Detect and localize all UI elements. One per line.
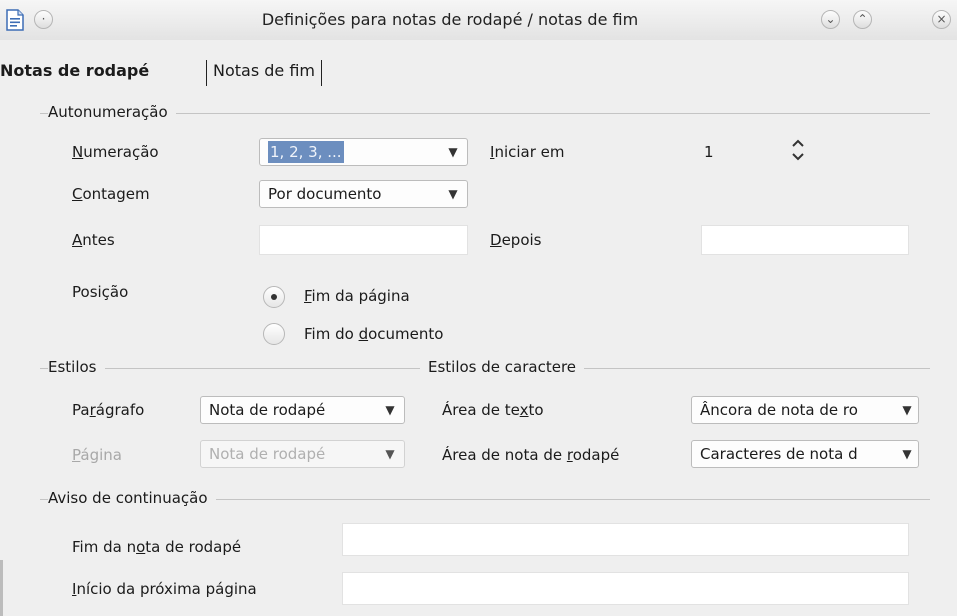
window-edge <box>0 560 3 616</box>
title-bar: · Definições para notas de rodapé / nota… <box>0 0 957 41</box>
minimize-icon[interactable]: ⌄ <box>821 10 840 29</box>
radio-end-of-page-label[interactable]: Fim da página <box>304 287 410 305</box>
start-of-next-page-input[interactable] <box>342 572 909 605</box>
page-style-value: Nota de rodapé <box>209 445 326 463</box>
after-input[interactable] <box>701 225 909 255</box>
chevron-down-icon: ▼ <box>385 447 395 461</box>
text-area-style-value: Âncora de nota de ro <box>700 401 858 419</box>
page-label: Página <box>72 446 122 464</box>
end-of-footnote-label: Fim da nota de rodapé <box>72 538 242 556</box>
window-title: Definições para notas de rodapé / notas … <box>261 10 639 29</box>
numbering-combo[interactable]: 1, 2, 3, ... ▼ <box>259 138 468 166</box>
start-at-value[interactable]: 1 <box>704 143 714 161</box>
numbering-label: Numeração <box>72 143 159 161</box>
paragraph-label: Parágrafo <box>72 401 145 419</box>
maximize-icon[interactable]: ⌃ <box>853 10 872 29</box>
styles-heading: Estilos <box>48 358 105 376</box>
chevron-down-icon[interactable]: ▼ <box>896 441 918 467</box>
counting-value: Por documento <box>268 185 382 203</box>
position-label: Posição <box>72 283 129 301</box>
page-style-combo: Nota de rodapé ▼ <box>200 440 405 468</box>
paragraph-style-value: Nota de rodapé <box>209 401 326 419</box>
start-at-label: Iniciar em <box>490 143 565 161</box>
radio-end-of-page[interactable] <box>263 286 285 308</box>
char-styles-heading: Estilos de caractere <box>428 358 585 376</box>
numbering-value: 1, 2, 3, ... <box>268 141 344 163</box>
paragraph-style-combo[interactable]: Nota de rodapé ▼ <box>200 396 405 424</box>
counting-label: Contagem <box>72 185 150 203</box>
start-of-next-page-label: Início da próxima página <box>72 580 257 598</box>
chevron-down-icon[interactable]: ▼ <box>439 139 467 165</box>
tab-endnotes[interactable]: Notas de fim <box>206 60 323 86</box>
radio-end-of-document[interactable] <box>263 323 285 345</box>
autonumbering-heading: Autonumeração <box>48 103 176 121</box>
footnote-area-label: Área de nota de rodapé <box>442 446 620 464</box>
chevron-down-icon[interactable]: ▼ <box>439 181 467 207</box>
continuation-heading: Aviso de continuação <box>48 489 216 507</box>
radio-end-of-document-label[interactable]: Fim do documento <box>304 325 443 343</box>
counting-combo[interactable]: Por documento ▼ <box>259 180 468 208</box>
spin-updown-icon[interactable] <box>790 136 806 164</box>
text-area-label: Área de texto <box>442 401 544 419</box>
footnote-area-style-combo[interactable]: Caracteres de nota d ▼ <box>691 440 919 468</box>
after-label: Depois <box>490 231 542 249</box>
end-of-footnote-input[interactable] <box>342 523 909 556</box>
close-icon[interactable]: × <box>932 10 951 29</box>
footnote-area-style-value: Caracteres de nota d <box>700 445 858 463</box>
chevron-down-icon[interactable]: ▼ <box>896 397 918 423</box>
before-label: Antes <box>72 231 115 249</box>
text-area-style-combo[interactable]: Âncora de nota de ro ▼ <box>691 396 919 424</box>
tab-footnotes[interactable]: Notas de rodapé <box>0 60 155 86</box>
chevron-down-icon[interactable]: ▼ <box>376 397 404 423</box>
before-input[interactable] <box>259 225 468 255</box>
